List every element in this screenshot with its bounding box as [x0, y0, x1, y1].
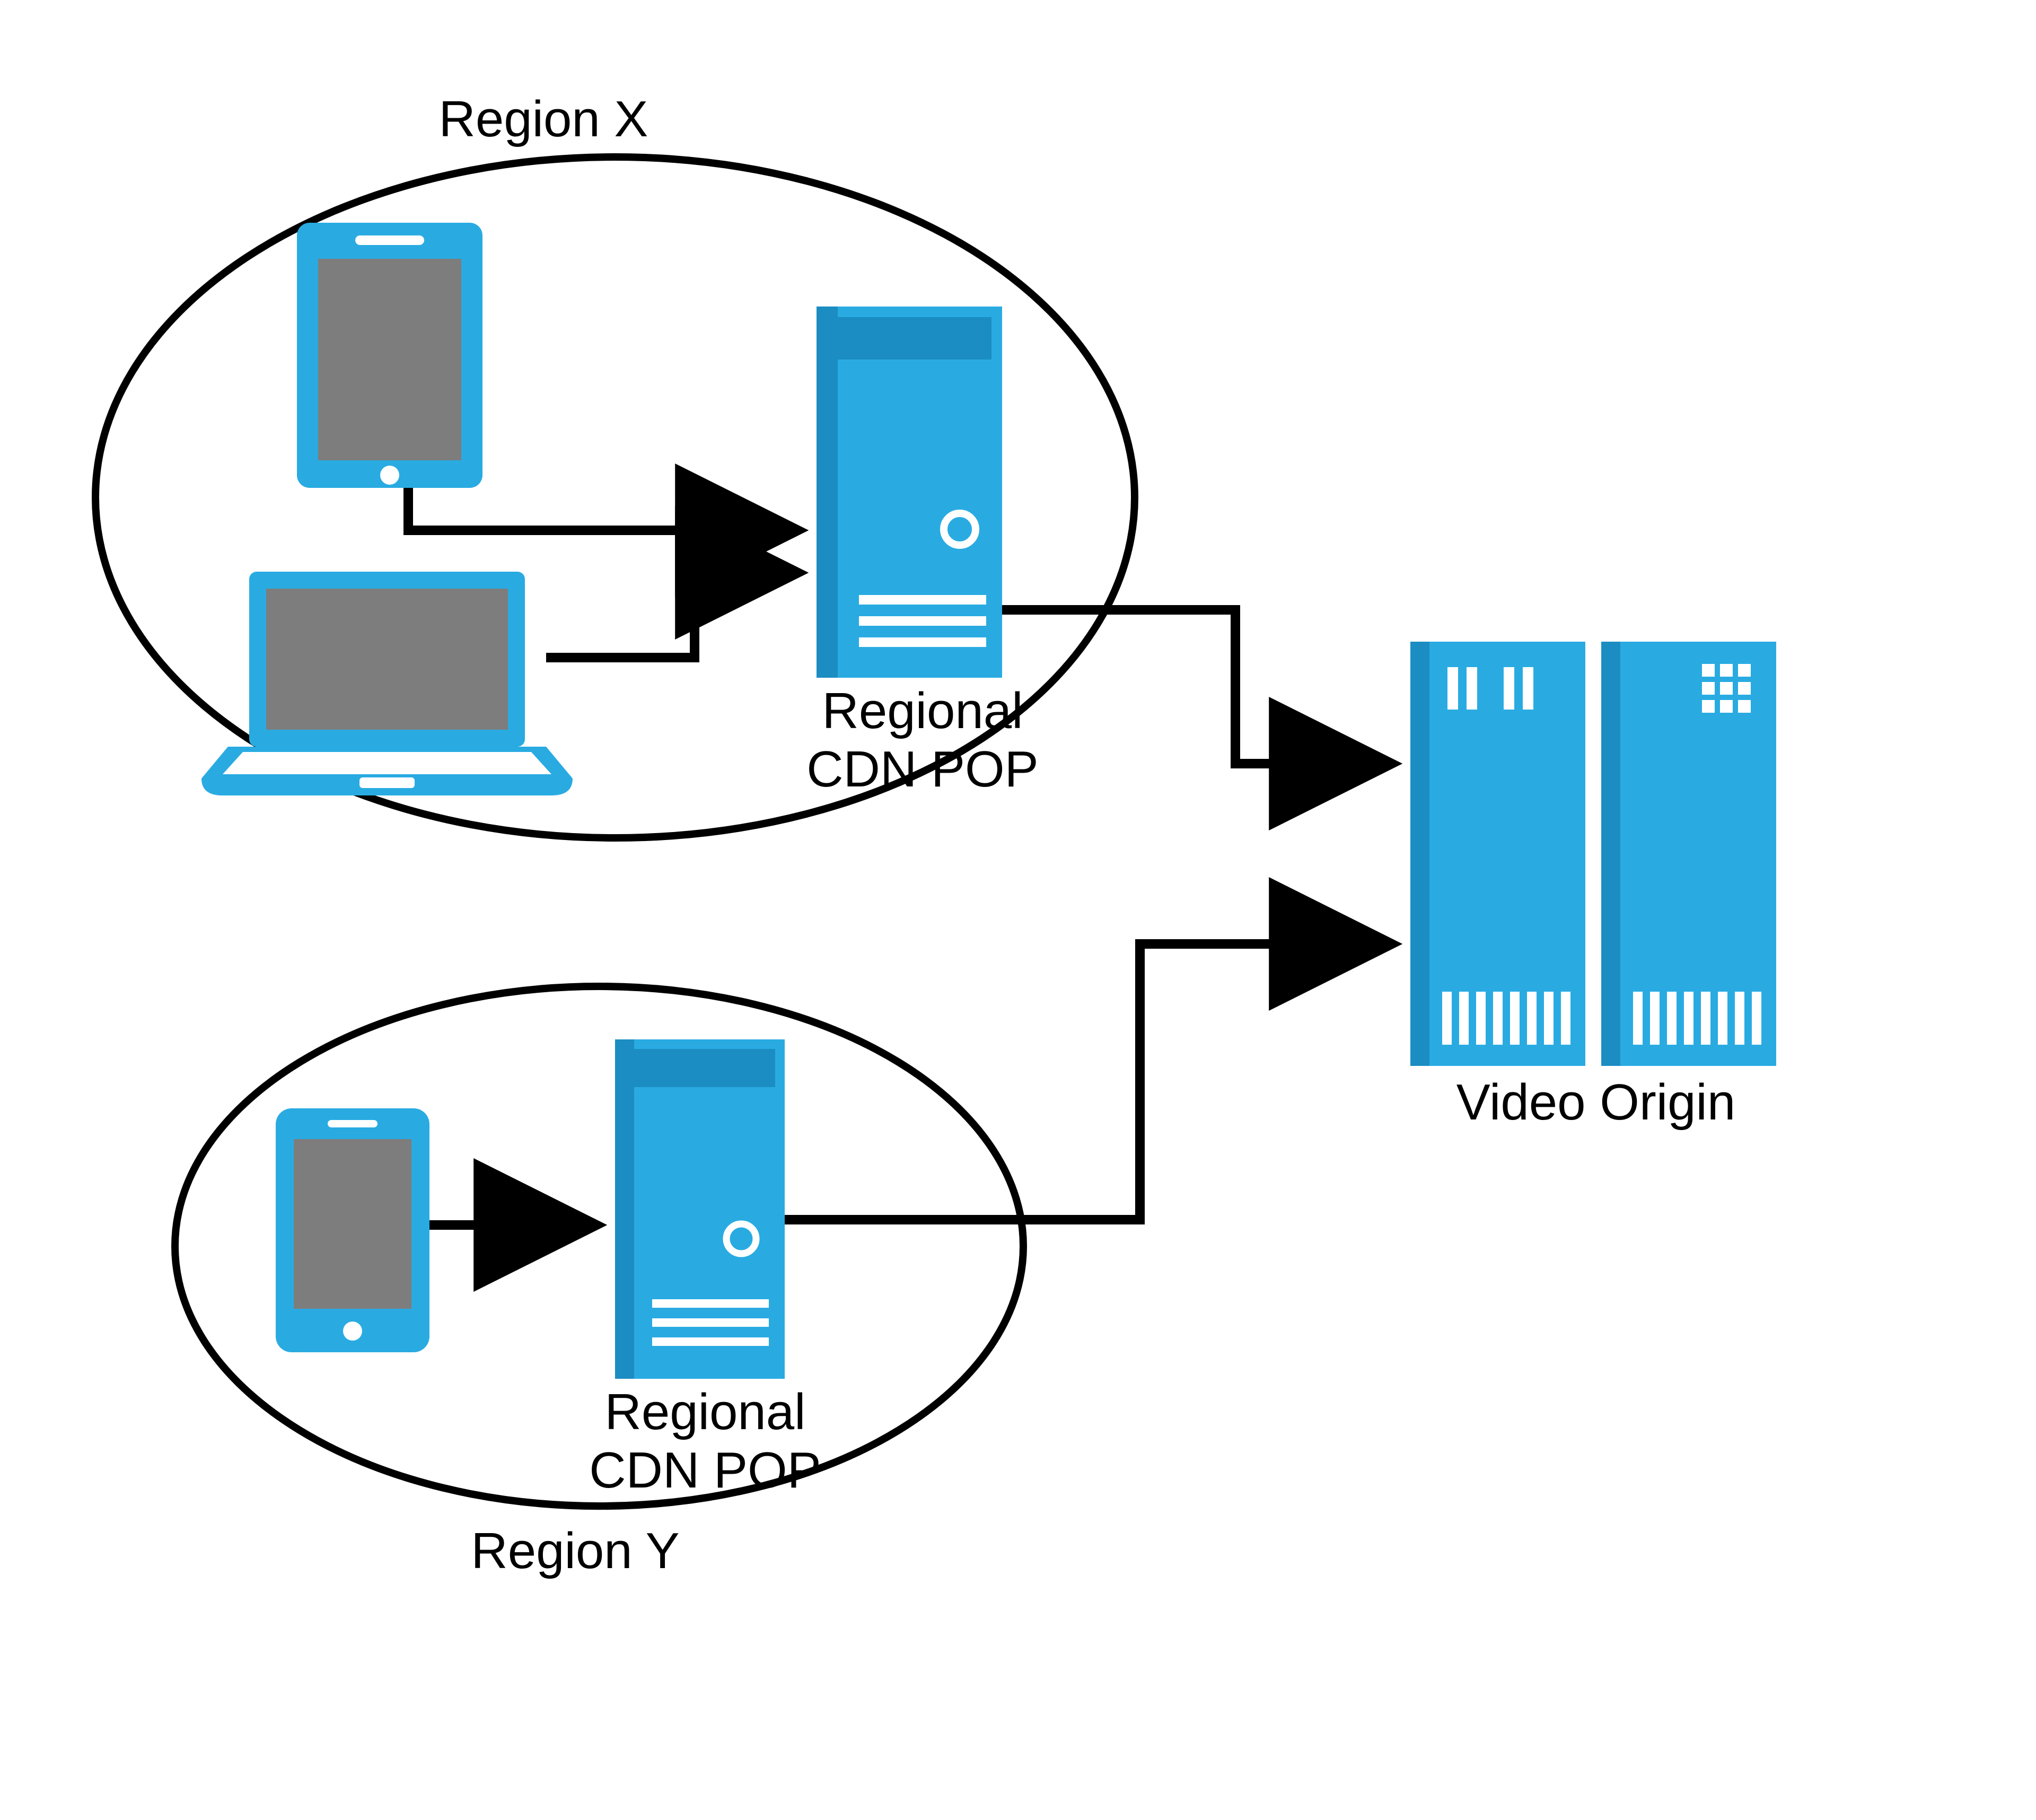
connector-tablet-to-cdn-x: [408, 488, 795, 530]
connector-cdn-y-to-origin: [785, 944, 1389, 1220]
diagram-svg: [0, 0, 2036, 1820]
region-y-title: Region Y: [403, 1522, 748, 1580]
server-rack-icon-origin: [1410, 642, 1776, 1066]
server-icon-region-x-cdn: [817, 307, 1002, 678]
region-y-cdn-label: Regional CDN POP: [567, 1383, 843, 1500]
origin-label: Video Origin: [1410, 1073, 1781, 1132]
diagram-stage: Region X Regional CDN POP Regional CDN P…: [0, 0, 2036, 1820]
region-x-cdn-label: Regional CDN POP: [785, 682, 1060, 799]
phone-icon-region-y: [276, 1108, 429, 1352]
tablet-icon-region-x: [297, 223, 482, 488]
server-icon-region-y-cdn: [615, 1039, 785, 1379]
region-x-title: Region X: [371, 90, 716, 148]
connector-laptop-to-cdn-x: [546, 573, 795, 658]
laptop-icon-region-x: [201, 572, 573, 795]
